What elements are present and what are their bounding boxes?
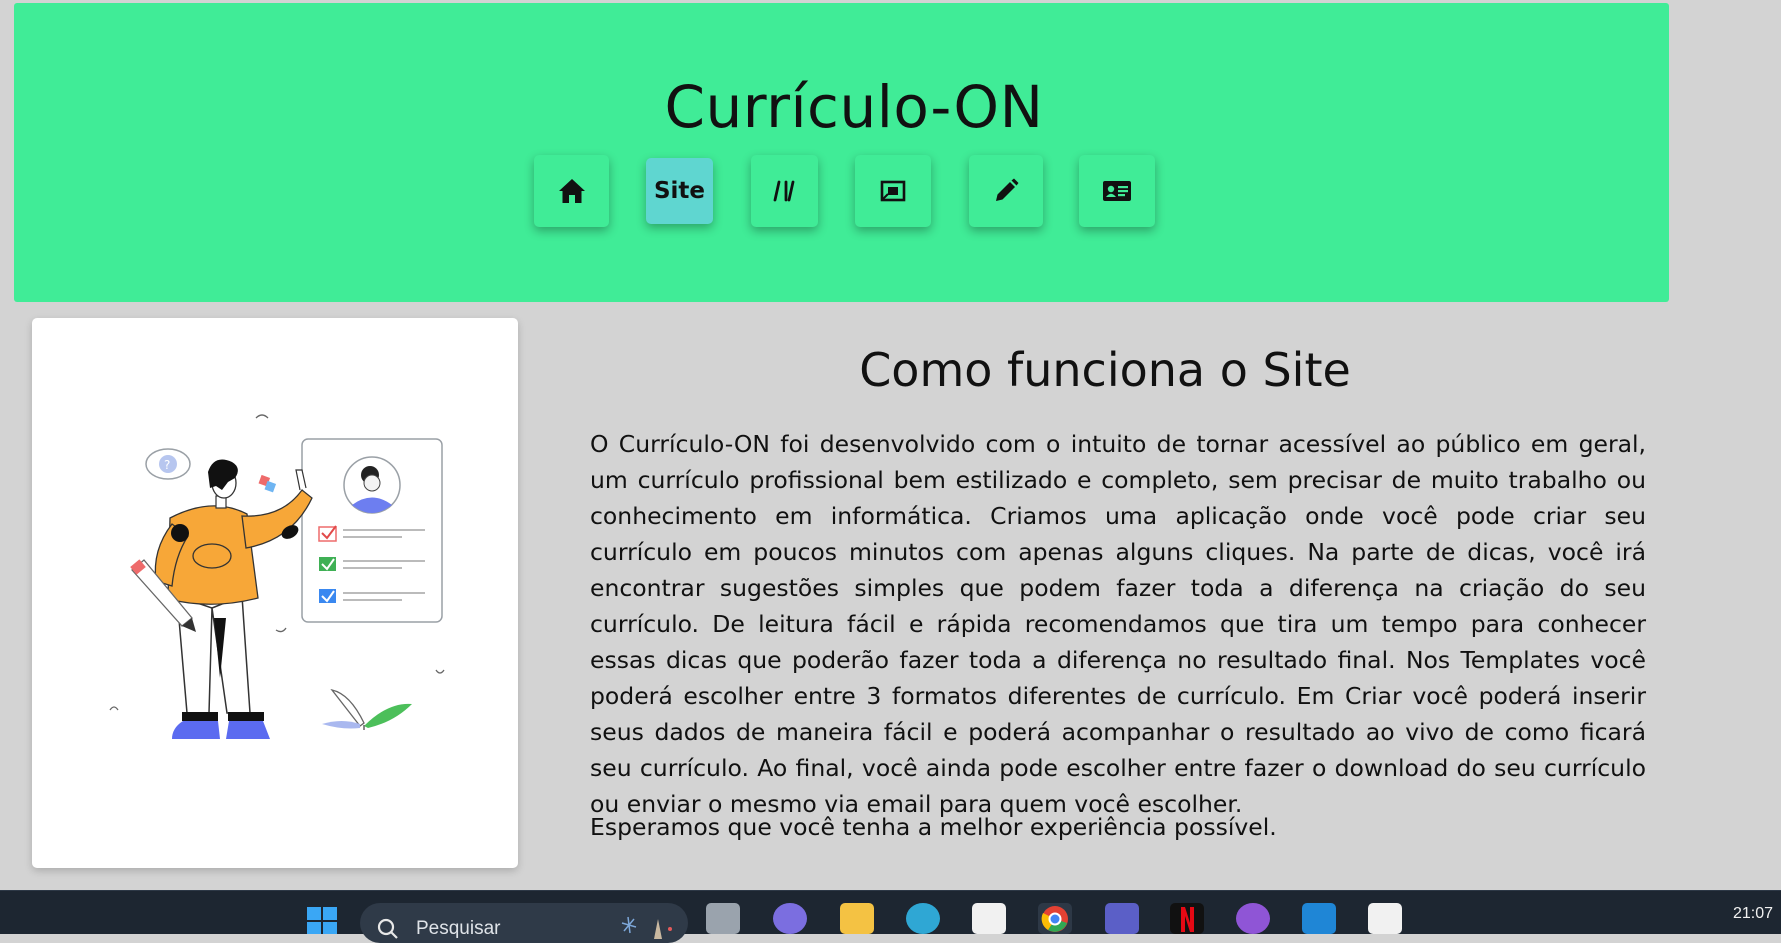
home-icon [558, 179, 585, 203]
search-highlight-icon [621, 916, 672, 939]
start-icon[interactable] [305, 903, 339, 934]
nav-site-button[interactable]: Site [646, 158, 713, 224]
nav-home-button[interactable] [534, 155, 609, 227]
github-icon[interactable] [1236, 903, 1270, 934]
search-placeholder: Pesquisar [416, 918, 501, 939]
teams-meet-icon[interactable] [773, 903, 807, 934]
search-icon [377, 918, 398, 939]
chrome-icon[interactable] [1038, 903, 1072, 934]
nav-criar-button[interactable] [969, 155, 1043, 227]
section-title: Como funciona o Site [859, 343, 1351, 397]
nav-dicas-button[interactable] [751, 155, 818, 227]
pencil-icon [996, 178, 1019, 201]
netflix-icon[interactable] [1170, 903, 1204, 934]
site-header: Currículo-ON Site [14, 3, 1669, 302]
taskbar-clock: 21:07 [1732, 905, 1773, 922]
description-paragraph: O Currículo-ON foi desenvolvido com o in… [590, 430, 1646, 818]
nav-site-label: Site [653, 178, 706, 204]
snipping-tool-icon[interactable] [1368, 903, 1402, 934]
teams-icon[interactable] [1105, 903, 1139, 934]
library-icon [773, 180, 794, 202]
file-explorer-icon[interactable] [840, 903, 874, 934]
site-title: Currículo-ON [664, 73, 1044, 141]
template-icon [880, 180, 906, 202]
main-nav: Site [14, 155, 1669, 229]
os-taskbar: Pesquisar 21:07 [0, 890, 1781, 943]
nav-templates-button[interactable] [855, 155, 931, 227]
closing-paragraph: Esperamos que você tenha a melhor experi… [590, 813, 1277, 841]
taskbar-search-box[interactable]: Pesquisar [360, 903, 688, 943]
resume-illustration: ? [109, 414, 445, 739]
contact-card-icon [1103, 181, 1131, 201]
task-view-icon[interactable] [706, 903, 740, 934]
vscode-icon[interactable] [1302, 903, 1336, 934]
edge-icon[interactable] [906, 903, 940, 934]
svg-text:?: ? [164, 458, 170, 472]
illustration-card: ? [32, 318, 518, 868]
nav-contato-button[interactable] [1079, 155, 1155, 227]
store-icon[interactable] [972, 903, 1006, 934]
